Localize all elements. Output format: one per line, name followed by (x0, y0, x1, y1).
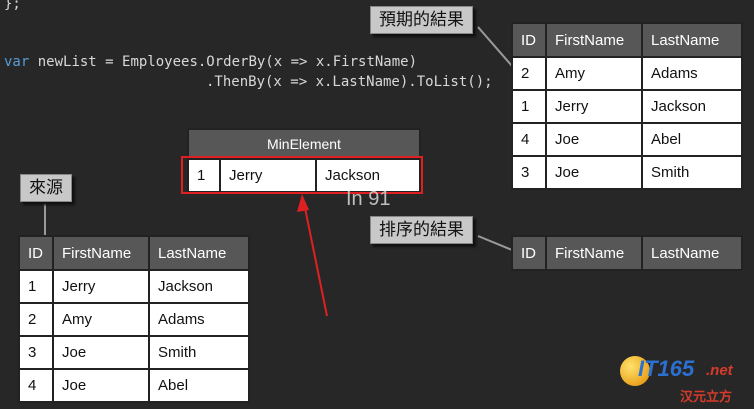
table-header-row: ID FirstName LastName (511, 22, 743, 58)
cell-id: 2 (18, 302, 54, 337)
table-row: 4 Joe Abel (511, 122, 743, 157)
table-header-row: ID FirstName LastName (511, 235, 743, 271)
cell-lastname: Smith (148, 335, 250, 370)
table-row: 3 Joe Smith (511, 155, 743, 190)
cell-lastname: Abel (148, 368, 250, 403)
table-row: 2 Amy Adams (18, 302, 250, 337)
source-label: 來源 (20, 174, 72, 202)
cell-id: 3 (18, 335, 54, 370)
expected-result-label: 預期的結果 (370, 6, 473, 34)
header-firstname: FirstName (545, 22, 643, 58)
table-row: 1 Jerry Jackson (18, 269, 250, 304)
expected-result-table: ID FirstName LastName 2 Amy Adams 1 Jerr… (511, 22, 743, 190)
expected-connector (477, 26, 513, 67)
header-lastname: LastName (641, 22, 743, 58)
logo-suffix: .net (706, 362, 733, 379)
cell-lastname: Smith (641, 155, 743, 190)
header-lastname: LastName (148, 235, 250, 271)
cell-firstname: Jerry (52, 269, 150, 304)
source-table: ID FirstName LastName 1 Jerry Jackson 2 … (18, 235, 250, 403)
cell-id: 1 (18, 269, 54, 304)
header-id: ID (18, 235, 54, 271)
header-firstname: FirstName (52, 235, 150, 271)
cell-id: 3 (511, 155, 547, 190)
header-firstname: FirstName (545, 235, 643, 271)
red-arrow-line (303, 202, 328, 317)
cell-id: 4 (18, 368, 54, 403)
cell-firstname: Joe (545, 155, 643, 190)
header-id: ID (511, 235, 547, 271)
watermark-logo: IT165 .net 汉元立方 (620, 346, 752, 406)
cell-firstname: Joe (52, 368, 150, 403)
logo-brand: IT165 (638, 356, 695, 381)
header-id: ID (511, 22, 547, 58)
cell-firstname: Joe (52, 335, 150, 370)
cell-lastname: Adams (641, 56, 743, 91)
cell-firstname: Joe (545, 122, 643, 157)
cell-lastname: Abel (641, 122, 743, 157)
cell-lastname: Jackson (641, 89, 743, 124)
cell-id: 2 (511, 56, 547, 91)
overlay-text: In 91 (346, 188, 391, 210)
table-row: 4 Joe Abel (18, 368, 250, 403)
cell-lastname: Adams (148, 302, 250, 337)
cell-firstname: Jerry (545, 89, 643, 124)
cell-lastname: Jackson (148, 269, 250, 304)
sorted-result-table: ID FirstName LastName (511, 235, 743, 271)
red-arrow-head (297, 194, 309, 212)
cell-id: 1 (511, 89, 547, 124)
cell-id: 4 (511, 122, 547, 157)
sorted-connector (477, 235, 513, 251)
table-row: 2 Amy Adams (511, 56, 743, 91)
table-header-row: ID FirstName LastName (18, 235, 250, 271)
sorted-result-label: 排序的結果 (370, 216, 473, 244)
table-row: 3 Joe Smith (18, 335, 250, 370)
cell-firstname: Amy (545, 56, 643, 91)
logo-sub: 汉元立方 (680, 389, 733, 404)
header-lastname: LastName (641, 235, 743, 271)
table-row: 1 Jerry Jackson (511, 89, 743, 124)
cell-firstname: Amy (52, 302, 150, 337)
